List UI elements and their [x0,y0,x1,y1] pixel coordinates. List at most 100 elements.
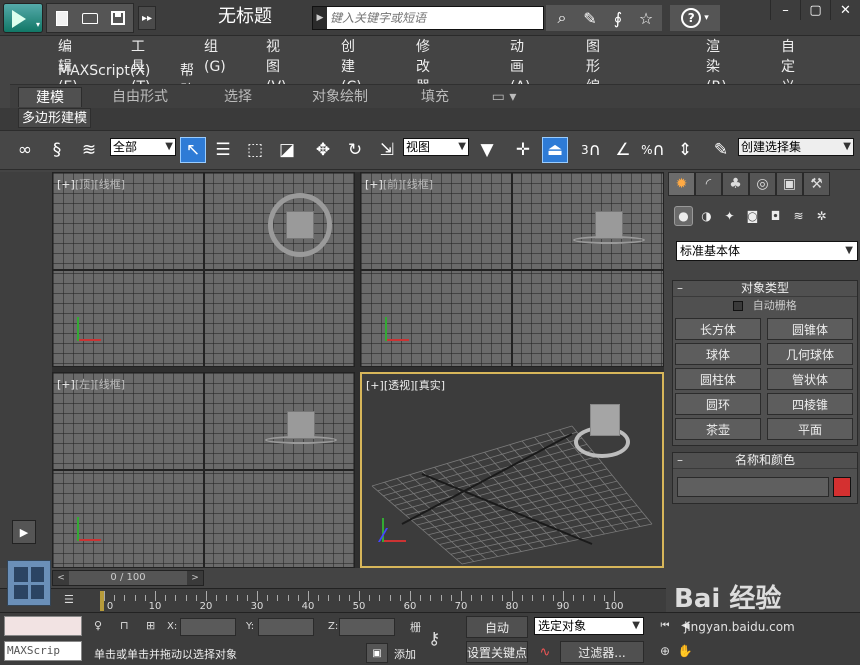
edit-named-selection-icon[interactable]: ✎ [708,137,734,163]
menu-tools[interactable]: 工具(T) [131,37,150,95]
angle-snap-icon[interactable]: ∠ [610,137,636,163]
named-selection-dropdown[interactable]: 创建选择集 ▼ [738,138,854,156]
utilities-tab-icon[interactable]: ⚒ [803,172,830,196]
chevron-left-icon[interactable]: < [53,571,69,585]
viewport-left[interactable]: [+][左][线框] [52,372,355,568]
menu-views[interactable]: 视图(V) [266,37,287,95]
helpers-icon[interactable]: ◘ [766,206,785,226]
name-color-header[interactable]: – 名称和颜色 [673,453,857,469]
key-filters-button[interactable]: 过滤器... [560,641,644,663]
go-to-start-icon[interactable]: ⏮ [656,616,674,634]
pyramid-button[interactable]: 四棱锥 [767,393,853,415]
time-readout[interactable]: 0 / 100 [69,571,187,585]
z-coord-input[interactable] [339,618,395,636]
lights-icon[interactable]: ✦ [720,206,739,226]
menu-edit[interactable]: 编辑(E) [58,37,78,95]
tube-button[interactable]: 管状体 [767,368,853,390]
percent-snap-icon[interactable]: % ∩ [640,137,666,163]
autogrid-checkbox[interactable]: 自动栅格 [673,297,857,315]
tab-selection[interactable]: 选择 [210,87,266,107]
viewport-front[interactable]: [+][前][线框] [360,172,664,367]
pan-icon[interactable]: ✋ [676,641,694,661]
select-manipulate-icon[interactable]: ✛ [510,137,536,163]
space-warps-icon[interactable]: ≋ [789,206,808,226]
object-type-header[interactable]: – 对象类型 [673,281,857,297]
torus-object[interactable] [573,236,645,244]
object-name-input[interactable] [677,477,829,497]
create-tab-icon[interactable]: ✹ [668,172,695,196]
search-arrow-icon[interactable]: ▶ [313,13,327,23]
plane-button[interactable]: 平面 [767,418,853,440]
hierarchy-tab-icon[interactable]: ♣ [722,172,749,196]
geometry-icon[interactable]: ● [674,206,693,226]
select-object-icon[interactable]: ↖ [180,137,206,163]
reference-coord-dropdown[interactable]: 视图 ▼ [403,138,469,156]
add-time-tag-icon[interactable]: ▣ [366,643,388,663]
save-file-button[interactable] [105,6,131,30]
polygon-modeling-panel[interactable]: 多边形建模 [18,108,92,128]
cameras-icon[interactable]: ◙ [743,206,762,226]
viewport-layout-button[interactable] [7,560,51,606]
viewport-pov-menu[interactable]: [顶] [75,178,95,191]
box-object[interactable] [287,411,315,439]
viewport-label[interactable]: [+][前][线框] [365,176,433,192]
viewport-label[interactable]: [+][透视][真实] [366,377,445,393]
menu-rendering[interactable]: 渲染(R) [706,37,727,95]
key-icon[interactable]: ⚷ [428,629,440,649]
viewport-plus-menu[interactable]: [+] [57,178,75,191]
restore-button[interactable]: ▢ [800,0,830,20]
viewport-pov-menu[interactable]: [透视] [384,379,415,392]
exchange-icon[interactable]: ∮ [606,7,630,29]
viewport-shading-menu[interactable]: [线框] [94,178,125,191]
previous-frame-icon[interactable]: ◀ [676,616,694,634]
tab-modeling[interactable]: 建模 [18,87,82,107]
tab-freeform[interactable]: 自由形式 [102,87,178,107]
link-icon[interactable]: ∞ [12,137,38,163]
binoculars-icon[interactable]: ⌕ [550,7,574,29]
shapes-icon[interactable]: ◑ [697,206,716,226]
search-input[interactable] [327,7,543,29]
ribbon-options-icon[interactable]: ▭ ▾ [484,87,524,107]
rotate-icon[interactable]: ↻ [342,137,368,163]
time-ruler[interactable]: 0 10 20 30 40 50 60 70 80 90 100 [98,589,632,613]
torus-object[interactable] [265,436,337,444]
track-bar-icon[interactable]: ☰ [64,593,74,606]
menu-group[interactable]: 组(G) [204,37,226,75]
torus-button[interactable]: 圆环 [675,393,761,415]
help-menu[interactable]: ? ▾ [670,5,720,31]
key-filter-dropdown[interactable]: 选定对象 ▼ [534,617,644,635]
maxscript-listener-input[interactable] [4,616,82,636]
spinner-snap-icon[interactable]: ⇕ [672,137,698,163]
open-file-button[interactable] [77,6,103,30]
menu-help[interactable]: 帮助(H) [180,61,201,119]
absolute-mode-icon[interactable]: ⊞ [146,619,155,632]
viewport-pov-menu[interactable]: [前] [383,178,403,191]
window-crossing-icon[interactable]: ◪ [274,137,300,163]
viewport-pov-menu[interactable]: [左] [75,378,95,391]
menu-animation[interactable]: 动画(A) [510,37,531,95]
viewport-label[interactable]: [+][左][线框] [57,376,125,392]
viewport-shading-menu[interactable]: [线框] [94,378,125,391]
sphere-button[interactable]: 球体 [675,343,761,365]
teapot-button[interactable]: 茶壶 [675,418,761,440]
viewport-plus-menu[interactable]: [+] [365,178,383,191]
menu-modifiers[interactable]: 修改器(M) [416,37,439,115]
maxscript-mini-listener[interactable]: MAXScrip [4,641,82,661]
motion-tab-icon[interactable]: ◎ [749,172,776,196]
cone-button[interactable]: 圆锥体 [767,318,853,340]
zoom-icon[interactable]: ⊕ [656,641,674,661]
viewport-plus-menu[interactable]: [+] [366,379,384,392]
tab-object-paint[interactable]: 对象绘制 [300,87,380,107]
move-icon[interactable]: ✥ [310,137,336,163]
display-tab-icon[interactable]: ▣ [776,172,803,196]
cylinder-button[interactable]: 圆柱体 [675,368,761,390]
selection-filter-dropdown[interactable]: 全部 ▼ [110,138,176,156]
systems-icon[interactable]: ✲ [812,206,831,226]
tab-populate[interactable]: 填充 [410,87,460,107]
menu-customize[interactable]: 自定义(U) [781,37,802,115]
set-key-button[interactable]: 设置关键点 [466,641,528,663]
close-button[interactable]: ✕ [830,0,860,20]
scale-icon[interactable]: ⇲ [374,137,400,163]
app-menu-button[interactable]: ▾ [3,3,43,33]
menu-create[interactable]: 创建(C) [341,37,362,95]
